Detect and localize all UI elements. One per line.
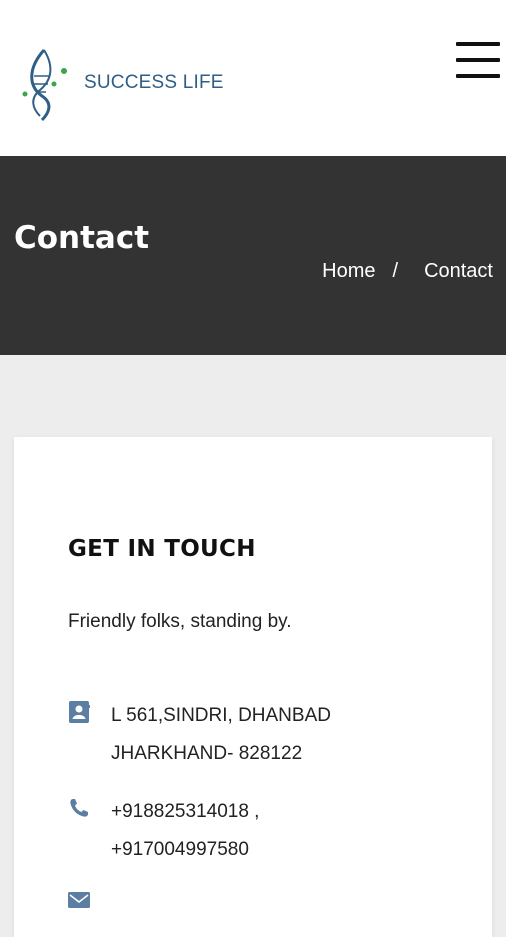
breadcrumb-home-link[interactable]: Home <box>322 260 375 282</box>
page-hero: Contact Home / Contact <box>0 156 506 355</box>
hamburger-menu-icon[interactable] <box>456 42 501 82</box>
envelope-icon <box>68 892 90 908</box>
address-line-1: L 561,SINDRI, DHANBAD <box>111 705 331 726</box>
breadcrumb-separator: / <box>392 260 399 282</box>
phone-line-2[interactable]: +917004997580 <box>111 831 259 869</box>
site-header: SUCCESS LIFE <box>0 0 506 156</box>
contact-subtitle: Friendly folks, standing by. <box>68 611 292 632</box>
dna-helix-icon <box>22 49 67 122</box>
address-line-2: JHARKHAND- 828122 <box>111 743 303 764</box>
brand-logo[interactable]: SUCCESS LIFE <box>18 46 223 122</box>
phone-line-1[interactable]: +918825314018 , <box>111 793 259 831</box>
address-book-icon <box>69 701 90 723</box>
phone-icon <box>70 799 88 817</box>
brand-name: SUCCESS LIFE <box>84 72 224 93</box>
breadcrumb-current: Contact <box>424 260 493 282</box>
contact-card: GET IN TOUCH Friendly folks, standing by… <box>14 437 492 937</box>
breadcrumb: Home / Contact <box>322 260 493 283</box>
contact-heading: GET IN TOUCH <box>68 536 256 562</box>
page-title: Contact <box>14 220 150 256</box>
